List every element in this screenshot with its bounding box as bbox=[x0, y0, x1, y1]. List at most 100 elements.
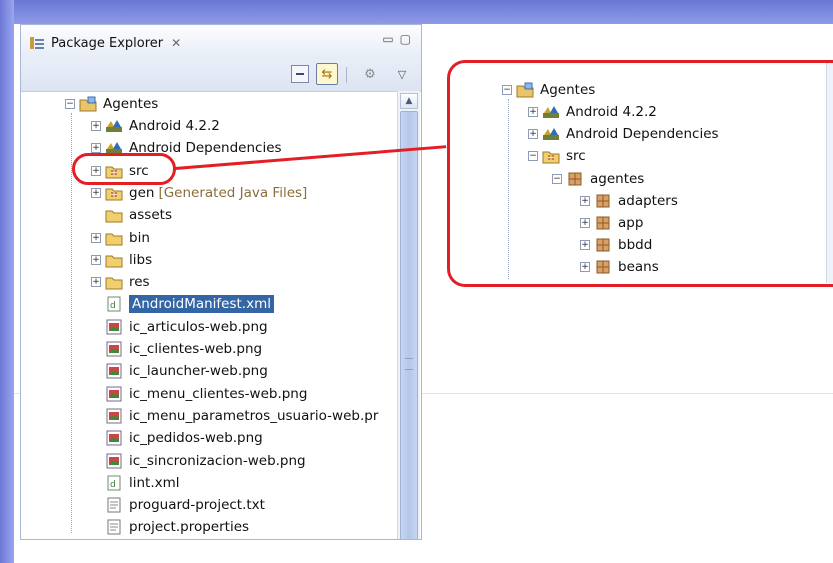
collapse-toggle-icon[interactable]: − bbox=[65, 99, 75, 109]
slide-background-left bbox=[0, 0, 14, 563]
expand-toggle-icon[interactable]: + bbox=[528, 129, 538, 140]
tree-label: libs bbox=[129, 251, 153, 268]
maximize-icon[interactable]: ▢ bbox=[400, 32, 411, 46]
image-file-icon bbox=[106, 453, 122, 468]
folder-icon bbox=[105, 233, 123, 245]
zoom-item[interactable]: − agentes bbox=[552, 168, 644, 190]
tree-item[interactable]: + libs bbox=[91, 249, 152, 271]
tree-item[interactable]: ic_menu_clientes-web.png bbox=[91, 383, 307, 405]
tree-label: Android 4.2.2 bbox=[129, 118, 220, 134]
minimize-icon[interactable]: ▭ bbox=[382, 32, 393, 46]
source-folder-icon bbox=[542, 151, 560, 164]
image-file-icon bbox=[106, 386, 122, 402]
expand-toggle-icon[interactable]: + bbox=[580, 262, 590, 273]
expand-toggle-icon[interactable]: + bbox=[91, 143, 101, 154]
tree-project-row[interactable]: − Agentes bbox=[65, 93, 158, 115]
xml-file-icon: d bbox=[107, 296, 121, 312]
zoom-scrollbar bbox=[826, 63, 833, 283]
collapse-toggle-icon[interactable]: − bbox=[502, 85, 512, 95]
zoom-item[interactable]: + adapters bbox=[580, 190, 678, 212]
zoom-item[interactable]: + app bbox=[580, 212, 643, 234]
slide-background-top bbox=[0, 0, 833, 24]
tree-item[interactable]: + Android 4.2.2 bbox=[91, 115, 220, 137]
tree-label: gen bbox=[129, 184, 155, 201]
zoom-project-label: Agentes bbox=[540, 82, 596, 98]
tree-item[interactable]: ic_launcher-web.png bbox=[91, 360, 268, 382]
expand-toggle-icon[interactable]: + bbox=[91, 121, 101, 131]
close-tab-icon[interactable]: ✕ bbox=[171, 36, 181, 50]
tree-item[interactable]: project.properties bbox=[91, 516, 249, 538]
toolbar-separator bbox=[346, 67, 347, 83]
tree-label: ic_launcher-web.png bbox=[129, 363, 268, 380]
view-title: Package Explorer bbox=[51, 35, 164, 51]
zoom-item[interactable]: − src bbox=[528, 145, 586, 167]
zoom-item[interactable]: + Android Dependencies bbox=[528, 123, 719, 145]
zoom-item[interactable]: + Android 4.2.2 bbox=[528, 101, 657, 123]
zoom-label: src bbox=[566, 148, 586, 165]
zoom-label: beans bbox=[618, 259, 659, 276]
filters-icon[interactable]: ⚙ bbox=[361, 65, 379, 83]
package-icon bbox=[596, 216, 610, 230]
tree-item[interactable]: d AndroidManifest.xml bbox=[91, 293, 274, 315]
android-project-icon bbox=[79, 96, 97, 112]
zoom-project-row[interactable]: − Agentes bbox=[502, 79, 595, 101]
tree-item[interactable]: + res bbox=[91, 271, 150, 293]
image-file-icon bbox=[106, 408, 122, 424]
view-menu-icon[interactable]: ▽ bbox=[393, 65, 411, 83]
svg-text:d: d bbox=[110, 480, 116, 490]
expand-toggle-icon[interactable]: + bbox=[580, 195, 590, 206]
link-with-editor-icon[interactable]: ⇆ bbox=[316, 63, 338, 85]
folder-icon bbox=[105, 255, 123, 268]
zoomed-tree-callout: − Agentes + Android 4.2.2 + Android Depende… bbox=[447, 60, 833, 287]
tree-item[interactable]: ic_articulos-web.png bbox=[91, 316, 268, 338]
library-icon bbox=[106, 120, 122, 132]
zoom-guide-line bbox=[508, 99, 509, 279]
text-file-icon bbox=[107, 519, 121, 535]
folder-icon bbox=[105, 210, 123, 223]
tree-item[interactable]: proguard-project.txt bbox=[91, 494, 265, 516]
package-explorer-tab[interactable]: Package Explorer ✕ bbox=[29, 31, 219, 55]
tree-item[interactable]: + bin bbox=[91, 227, 150, 249]
zoom-item[interactable]: + bbdd bbox=[580, 234, 652, 256]
source-folder-icon bbox=[105, 188, 123, 201]
tree-item[interactable]: ic_clientes-web.png bbox=[91, 338, 262, 360]
tree-label: ic_articulos-web.png bbox=[129, 318, 268, 335]
expand-toggle-icon[interactable]: + bbox=[528, 107, 538, 117]
package-icon bbox=[596, 260, 610, 274]
expand-toggle-icon[interactable]: + bbox=[580, 218, 590, 228]
expand-toggle-icon[interactable]: + bbox=[91, 254, 101, 265]
collapse-all-icon[interactable] bbox=[291, 65, 309, 83]
view-window-controls: ▭ ▢ bbox=[382, 32, 411, 46]
package-explorer-view: Package Explorer ✕ ▭ ▢ ⇆ ⚙ ▽ − Agentes +… bbox=[20, 24, 422, 540]
library-icon bbox=[543, 106, 559, 118]
collapse-toggle-icon[interactable]: − bbox=[552, 173, 562, 184]
tree-item[interactable]: assets bbox=[91, 204, 172, 226]
scroll-thumb[interactable] bbox=[400, 111, 418, 539]
tree-item[interactable]: d lint.xml bbox=[91, 472, 180, 494]
expand-toggle-icon[interactable]: + bbox=[91, 277, 101, 288]
tree-item[interactable]: ic_menu_parametros_usuario-web.pr bbox=[91, 405, 378, 427]
expand-toggle-icon[interactable]: + bbox=[91, 232, 101, 243]
view-toolbar: ⇆ ⚙ ▽ bbox=[21, 59, 421, 92]
folder-icon bbox=[105, 277, 123, 290]
zoom-label: agentes bbox=[590, 170, 645, 187]
zoom-label: bbdd bbox=[618, 237, 653, 254]
tree-vertical-scrollbar[interactable]: ▲ bbox=[397, 91, 420, 539]
tree-item[interactable]: ic_sincronizacion-web.png bbox=[91, 450, 306, 472]
tree-item[interactable]: ic_pedidos-web.png bbox=[91, 427, 263, 449]
tree-item[interactable]: + gen [Generated Java Files] bbox=[91, 182, 307, 204]
tree-label: bin bbox=[129, 229, 150, 246]
tree-decoration: [Generated Java Files] bbox=[158, 184, 308, 201]
expand-toggle-icon[interactable]: + bbox=[580, 240, 590, 251]
collapse-toggle-icon[interactable]: − bbox=[528, 151, 538, 162]
package-icon bbox=[596, 194, 610, 208]
image-file-icon bbox=[106, 363, 122, 379]
tree-label: ic_clientes-web.png bbox=[129, 341, 263, 357]
zoom-item[interactable]: + beans bbox=[580, 256, 659, 278]
tree-label: ic_menu_parametros_usuario-web.pr bbox=[129, 407, 379, 424]
scroll-up-icon[interactable]: ▲ bbox=[400, 93, 418, 109]
expand-toggle-icon[interactable]: + bbox=[91, 187, 101, 198]
xml-file-icon: d bbox=[107, 475, 121, 491]
scroll-grip-icon bbox=[405, 358, 413, 370]
view-tab-bar: Package Explorer ✕ ▭ ▢ bbox=[21, 25, 421, 59]
